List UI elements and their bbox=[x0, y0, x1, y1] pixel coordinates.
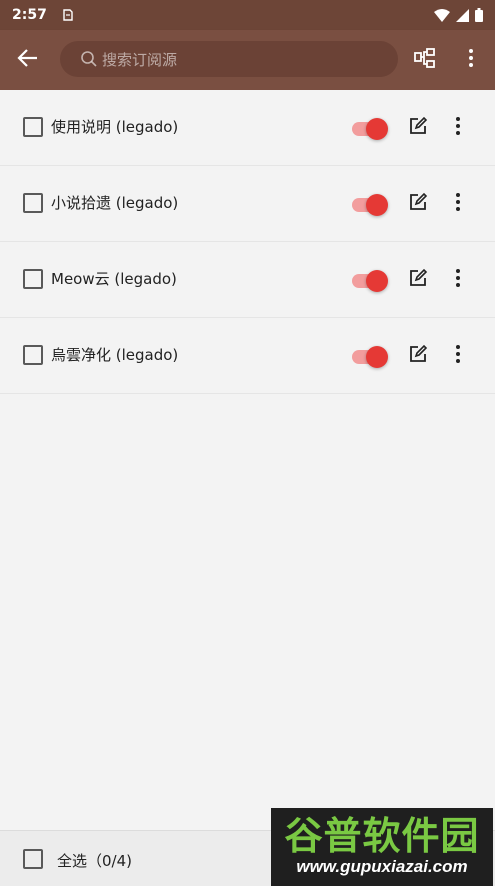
switch-thumb bbox=[366, 346, 388, 368]
watermark-title: 谷普软件园 bbox=[284, 816, 480, 858]
more-vert-icon bbox=[455, 344, 461, 368]
source-list: 使用说明 (legado) 小说拾遗 (legado) Meow云 (legad… bbox=[0, 90, 495, 394]
list-item: 使用说明 (legado) bbox=[0, 90, 495, 166]
item-more-button[interactable] bbox=[448, 192, 468, 216]
edit-icon bbox=[408, 344, 428, 368]
item-checkbox[interactable] bbox=[23, 117, 43, 137]
more-vert-icon bbox=[455, 268, 461, 292]
search-input[interactable]: 搜索订阅源 bbox=[60, 41, 398, 77]
overflow-menu-button[interactable] bbox=[460, 47, 482, 73]
group-icon bbox=[413, 46, 437, 74]
switch-thumb bbox=[366, 270, 388, 292]
enable-switch[interactable] bbox=[352, 118, 388, 140]
more-vert-icon bbox=[455, 192, 461, 216]
item-more-button[interactable] bbox=[448, 116, 468, 140]
edit-icon bbox=[408, 192, 428, 216]
edit-icon bbox=[408, 116, 428, 140]
select-all-checkbox[interactable] bbox=[23, 849, 43, 869]
item-more-button[interactable] bbox=[448, 344, 468, 368]
item-label: 使用说明 (legado) bbox=[51, 118, 179, 136]
watermark-logo: 谷普软件园 www.gupuxiazai.com bbox=[271, 808, 493, 886]
item-label: Meow云 (legado) bbox=[51, 270, 177, 288]
enable-switch[interactable] bbox=[352, 194, 388, 216]
select-all-label[interactable]: 全选（0/4) bbox=[57, 850, 132, 871]
signal-icon bbox=[456, 8, 469, 26]
enable-switch[interactable] bbox=[352, 270, 388, 292]
item-checkbox[interactable] bbox=[23, 269, 43, 289]
enable-switch[interactable] bbox=[352, 346, 388, 368]
search-icon bbox=[80, 50, 98, 68]
item-more-button[interactable] bbox=[448, 268, 468, 292]
edit-button[interactable] bbox=[406, 192, 430, 216]
switch-thumb bbox=[366, 194, 388, 216]
edit-button[interactable] bbox=[406, 344, 430, 368]
list-item: Meow云 (legado) bbox=[0, 242, 495, 318]
item-checkbox[interactable] bbox=[23, 193, 43, 213]
more-vert-icon bbox=[455, 116, 461, 140]
status-bar: 2:57 bbox=[0, 0, 495, 30]
edit-button[interactable] bbox=[406, 116, 430, 140]
notification-icon bbox=[61, 8, 75, 22]
switch-thumb bbox=[366, 118, 388, 140]
list-item: 烏雲净化 (legado) bbox=[0, 318, 495, 394]
list-item: 小说拾遗 (legado) bbox=[0, 166, 495, 242]
item-checkbox[interactable] bbox=[23, 345, 43, 365]
wifi-icon bbox=[434, 8, 450, 26]
status-time: 2:57 bbox=[12, 7, 47, 23]
battery-icon bbox=[475, 8, 483, 26]
arrow-left-icon bbox=[17, 47, 39, 73]
status-icons bbox=[434, 8, 483, 26]
app-toolbar: 搜索订阅源 bbox=[0, 30, 495, 90]
back-button[interactable] bbox=[14, 46, 42, 74]
watermark-url: www.gupuxiazai.com bbox=[296, 857, 468, 876]
more-vert-icon bbox=[468, 48, 474, 72]
item-label: 小说拾遗 (legado) bbox=[51, 194, 179, 212]
group-button[interactable] bbox=[412, 47, 438, 73]
edit-button[interactable] bbox=[406, 268, 430, 292]
item-label: 烏雲净化 (legado) bbox=[51, 346, 179, 364]
edit-icon bbox=[408, 268, 428, 292]
search-placeholder: 搜索订阅源 bbox=[102, 50, 178, 69]
